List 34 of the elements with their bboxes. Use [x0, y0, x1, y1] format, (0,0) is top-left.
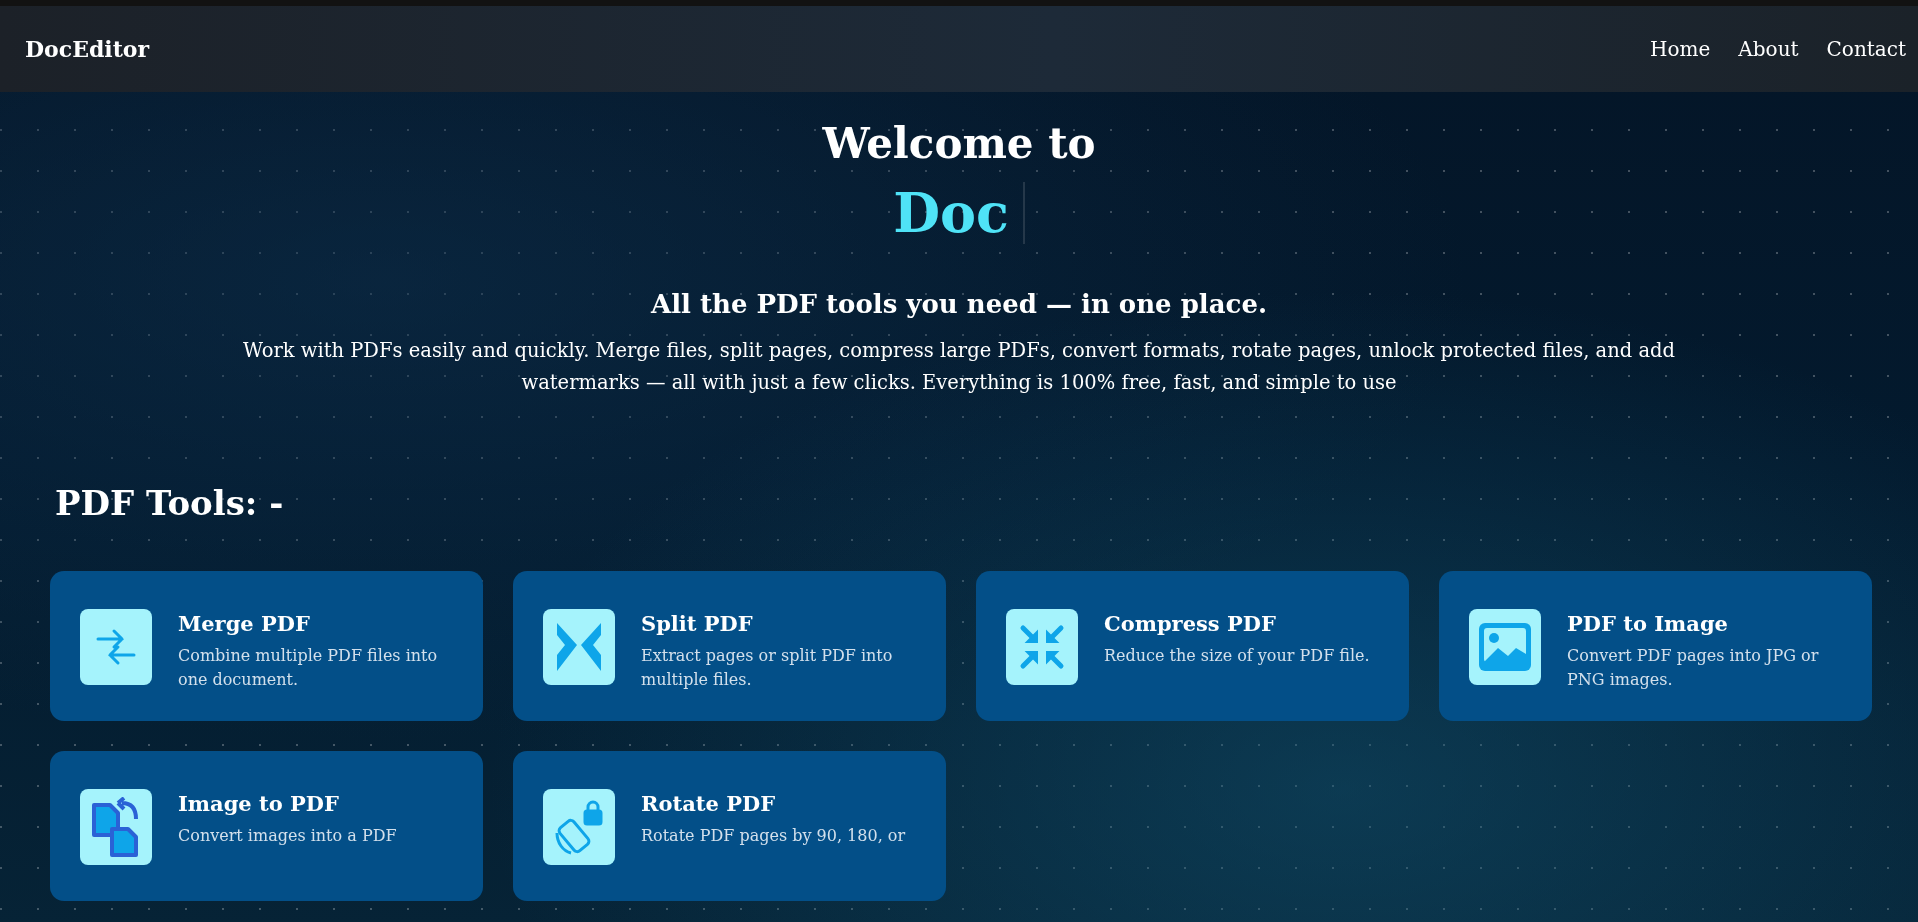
- card-title: Compress PDF: [1104, 611, 1277, 637]
- arrows-icon: [80, 609, 152, 686]
- card-description: Convert images into a PDF: [178, 825, 397, 848]
- card-title: PDF to Image: [1567, 611, 1729, 637]
- card-description: Rotate PDF pages by 90, 180, or: [641, 825, 906, 848]
- nav-link[interactable]: Contact: [1826, 37, 1906, 61]
- card-title: Image to PDF: [178, 791, 340, 817]
- nav-link[interactable]: Home: [1650, 37, 1711, 61]
- tool-card[interactable]: Image to PDF Convert images into a PDF: [50, 751, 483, 902]
- section-heading: PDF Tools: -: [55, 483, 285, 524]
- card-title: Rotate PDF: [641, 791, 777, 817]
- tool-card[interactable]: Merge PDF Combine multiple PDF files into one document.: [50, 571, 483, 722]
- tool-card[interactable]: Compress PDF Reduce the size of your PDF file.: [976, 571, 1409, 722]
- logo: DocEditor: [25, 36, 150, 62]
- split-icon: [543, 609, 615, 686]
- hero-tagline: All the PDF tools you need — in one place.: [651, 288, 1267, 319]
- tool-card[interactable]: PDF to Image Convert PDF pages into JPG or PNG images.: [1439, 571, 1872, 722]
- card-title: Merge PDF: [178, 611, 311, 637]
- hero-description: Work with PDFs easily and quickly. Merge files, split pages, compress large PDFs, convert formats, rotate pages, unlock protected files, and add watermarks — all with just a few clicks. Everything is 100% free, fast, and simple to use: [241, 337, 1677, 396]
- files-icon: [80, 789, 152, 866]
- card-description: Extract pages or split PDF into multiple files.: [641, 645, 894, 692]
- image-icon: [1469, 609, 1541, 686]
- card-description: Combine multiple PDF files into one document.: [178, 645, 439, 692]
- tool-card[interactable]: Rotate PDF Rotate PDF pages by 90, 180, or: [513, 751, 946, 902]
- card-description: Convert PDF pages into JPG or PNG images.: [1567, 645, 1820, 692]
- lock-phone-icon: [543, 789, 615, 866]
- compress-icon: [1006, 609, 1078, 686]
- card-description: Reduce the size of your PDF file.: [1104, 645, 1370, 668]
- card-title: Split PDF: [641, 611, 754, 637]
- tool-card[interactable]: Split PDF Extract pages or split PDF into multiple files.: [513, 571, 946, 722]
- hero-heading: Welcome to: [822, 118, 1096, 170]
- hero-highlight: Doc: [893, 180, 1009, 245]
- text-cursor: [1022, 181, 1025, 244]
- nav-link[interactable]: About: [1738, 37, 1799, 61]
